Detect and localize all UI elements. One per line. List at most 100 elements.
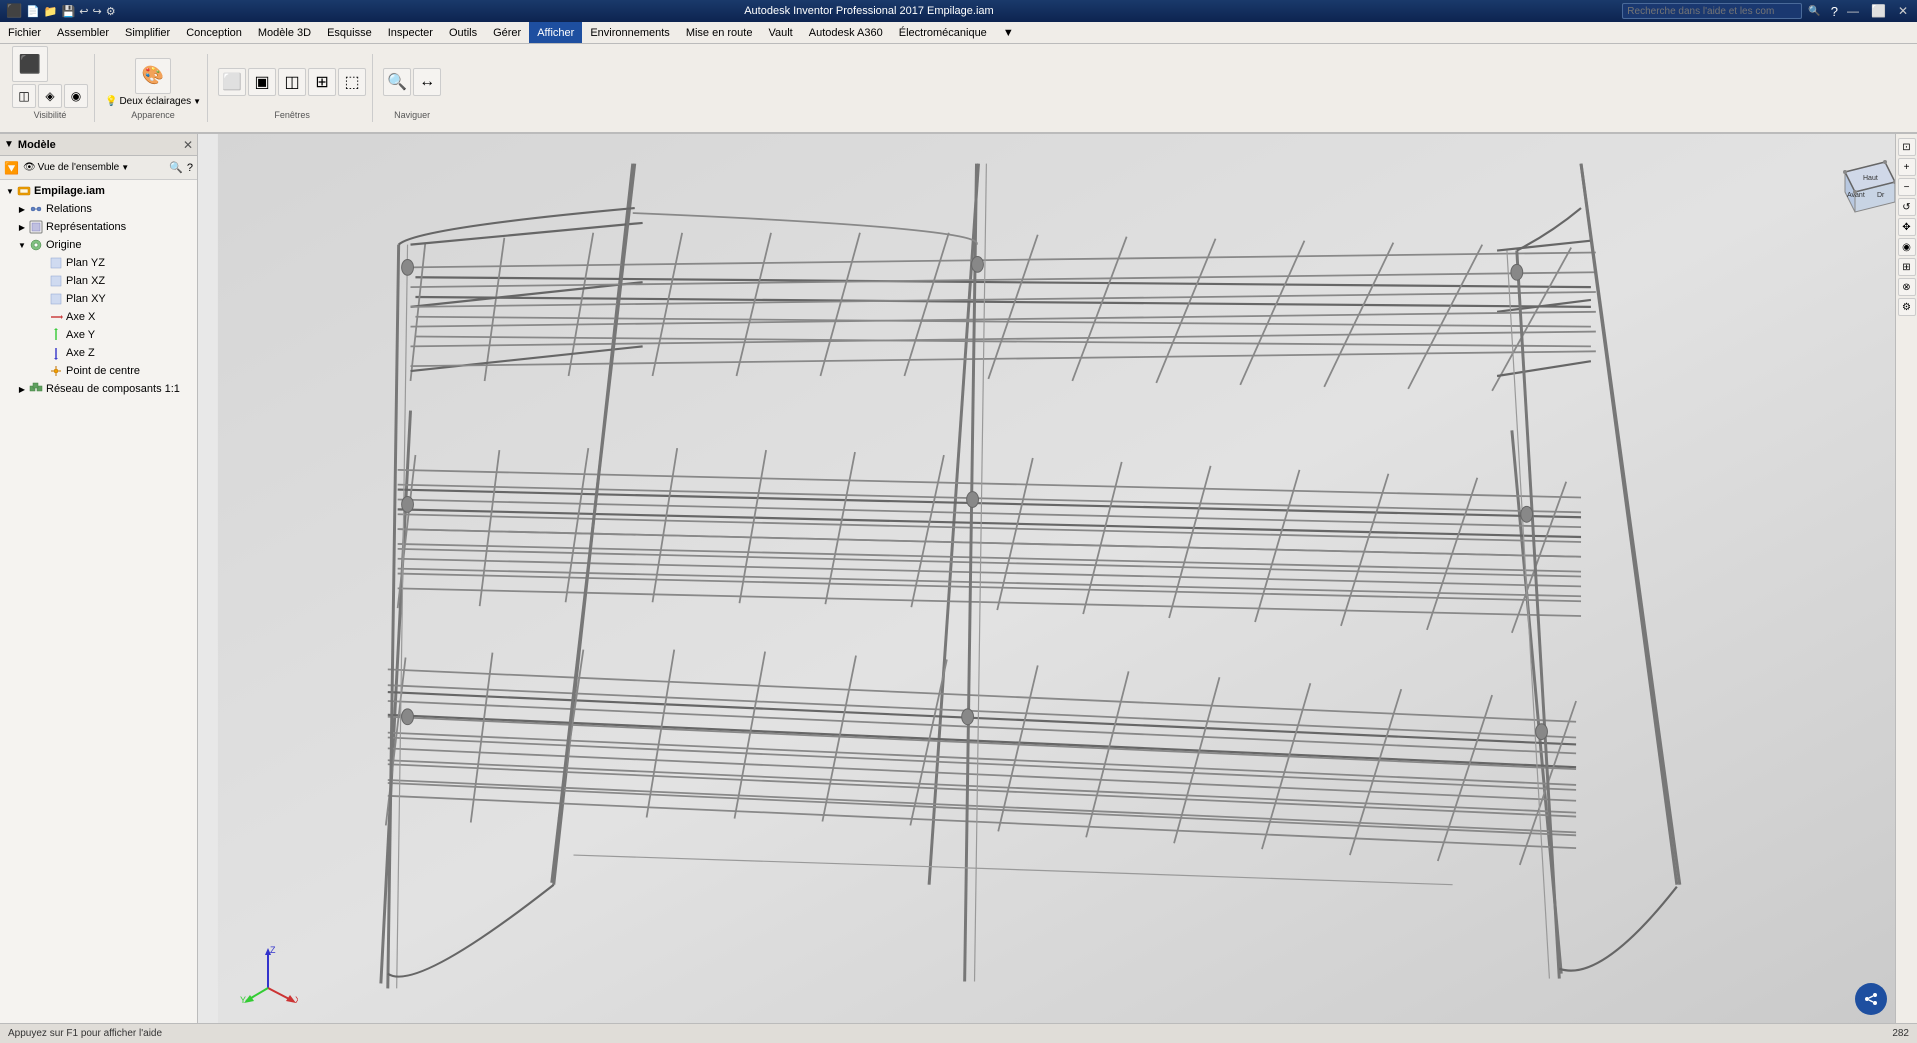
ribbon-btn-apparence-1[interactable]: 🎨 [135, 58, 171, 94]
status-bar: Appuyez sur F1 pour afficher l'aide 282 [0, 1023, 1917, 1043]
menu-esquisse[interactable]: Esquisse [319, 22, 380, 43]
vp-ctrl-zoom-window[interactable]: ⊞ [1898, 258, 1916, 276]
ribbon-btn-fenetres-5[interactable]: ⬚ [338, 68, 366, 96]
vp-ctrl-zoom-out[interactable]: − [1898, 178, 1916, 196]
quick-access-icon-undo[interactable]: ↩ [79, 5, 88, 18]
ribbon-group-visibilite: ⬛ ◫ ◈ ◉ Visibilité [6, 54, 95, 122]
tree-expand-origine[interactable]: ▼ [16, 239, 28, 251]
tree-expand-relations[interactable]: ▶ [16, 203, 28, 215]
tree-item-axe-z[interactable]: Axe Z [0, 344, 197, 362]
ribbon-group-label-naviguer: Naviguer [394, 110, 430, 120]
menu-modele3d[interactable]: Modèle 3D [250, 22, 319, 43]
tree-expand-axe-x [36, 311, 48, 323]
tree-expand-reseau[interactable]: ▶ [16, 383, 28, 395]
menu-fichier[interactable]: Fichier [0, 22, 49, 43]
nav-cube[interactable]: Haut Avant Dr [1825, 142, 1905, 222]
menu-afficher[interactable]: Afficher [529, 22, 582, 43]
menu-mise-en-route[interactable]: Mise en route [678, 22, 761, 43]
menu-vault[interactable]: Vault [760, 22, 800, 43]
ribbon-btn-visibilite-4[interactable]: ◉ [64, 84, 88, 108]
ribbon-btn-fenetres-3[interactable]: ◫ [278, 68, 306, 96]
search-input[interactable] [1622, 3, 1802, 19]
menu-a360[interactable]: Autodesk A360 [801, 22, 891, 43]
panel-dropdown-icon[interactable]: ▼ [4, 139, 14, 150]
view-icon: 👁 [23, 162, 36, 173]
tree-item-origine[interactable]: ▼ Origine [0, 236, 197, 254]
tree-item-point-centre[interactable]: Point de centre [0, 362, 197, 380]
quick-access-icon-open[interactable]: 📁 [44, 5, 58, 18]
quick-access-icon-settings[interactable]: ⚙ [106, 5, 116, 18]
share-button[interactable] [1855, 983, 1887, 1015]
tree-expand-axe-z [36, 347, 48, 359]
menu-gerer[interactable]: Gérer [485, 22, 529, 43]
tree-label-plan-yz: Plan YZ [66, 257, 105, 269]
tree-item-axe-y[interactable]: Axe Y [0, 326, 197, 344]
vp-ctrl-pan[interactable]: ✥ [1898, 218, 1916, 236]
tree-item-plan-xz[interactable]: Plan XZ [0, 272, 197, 290]
ribbon-btn-visibilite-3[interactable]: ◈ [38, 84, 62, 108]
panel-close-btn[interactable]: ✕ [183, 138, 193, 152]
quick-access-icon-new[interactable]: 📄 [26, 5, 40, 18]
tree-expand-point-centre [36, 365, 48, 377]
ribbon-btn-fenetres-2[interactable]: ▣ [248, 68, 276, 96]
ribbon-btn-visibilite-1[interactable]: ⬛ [12, 46, 48, 82]
menu-outils[interactable]: Outils [441, 22, 485, 43]
minimize-btn[interactable]: — [1844, 4, 1862, 18]
viewport[interactable]: — ⬜ ✕ .wire { stroke: #888; stroke-width… [198, 134, 1917, 1023]
menu-assembler[interactable]: Assembler [49, 22, 117, 43]
ribbon-btn-fenetres-4[interactable]: ⊞ [308, 68, 336, 96]
panel-toolbar: 🔽 👁 Vue de l'ensemble ▼ 🔍 ? [0, 156, 197, 180]
quick-access-icon-save[interactable]: 💾 [62, 5, 76, 18]
axis-indicator: Z X Y [238, 943, 288, 993]
ribbon-btn-naviguer-1[interactable]: 🔍 [383, 68, 411, 96]
eclairages-dropdown-icon[interactable]: ▼ [193, 97, 201, 106]
quick-access-icon-redo[interactable]: ↪ [93, 5, 102, 18]
ribbon-group-buttons-fenetres: ⬜ ▣ ◫ ⊞ ⬚ [218, 56, 366, 108]
panel-title: Modèle [18, 139, 56, 151]
vp-ctrl-navigate[interactable]: ⊗ [1898, 278, 1916, 296]
search-panel-icon[interactable]: 🔍 [169, 161, 183, 174]
tree-item-representations[interactable]: ▶ Représentations [0, 218, 197, 236]
tree-item-reseau[interactable]: ▶ Réseau de composants 1:1 [0, 380, 197, 398]
help-icon[interactable]: ? [1831, 4, 1838, 19]
menu-extra[interactable]: ▼ [995, 22, 1022, 43]
vp-ctrl-look[interactable]: ◉ [1898, 238, 1916, 256]
ribbon-btn-naviguer-2[interactable]: ↔ [413, 68, 441, 96]
tree-expand-axe-y [36, 329, 48, 341]
tree-expand-empilage[interactable]: ▼ [4, 185, 16, 197]
view-dropdown-arrow: ▼ [121, 163, 129, 172]
view-dropdown[interactable]: 👁 Vue de l'ensemble ▼ [23, 162, 129, 173]
vp-ctrl-zoom-all[interactable]: ⊡ [1898, 138, 1916, 156]
panel-resize-handle[interactable] [193, 134, 197, 1023]
ribbon-group-buttons-naviguer: 🔍 ↔ [383, 56, 441, 108]
vp-ctrl-zoom-in[interactable]: + [1898, 158, 1916, 176]
model-tree: ▼ Empilage.iam ▶ [0, 180, 197, 1023]
menu-simplifier[interactable]: Simplifier [117, 22, 178, 43]
app-title: Autodesk Inventor Professional 2017 Empi… [744, 5, 993, 17]
menu-electromecanique[interactable]: Électromécanique [891, 22, 995, 43]
maximize-btn[interactable]: ⬜ [1868, 4, 1889, 18]
ribbon-btn-visibilite-2[interactable]: ◫ [12, 84, 36, 108]
tree-icon-assembly [16, 183, 32, 199]
tree-item-empilage[interactable]: ▼ Empilage.iam [0, 182, 197, 200]
tree-icon-axe-z [48, 345, 64, 361]
vp-ctrl-settings[interactable]: ⚙ [1898, 298, 1916, 316]
tree-item-plan-xy[interactable]: Plan XY [0, 290, 197, 308]
close-btn[interactable]: ✕ [1895, 4, 1911, 18]
vp-ctrl-orbit[interactable]: ↺ [1898, 198, 1916, 216]
menu-inspecter[interactable]: Inspecter [380, 22, 441, 43]
tree-expand-representations[interactable]: ▶ [16, 221, 28, 233]
tree-item-relations[interactable]: ▶ Relations [0, 200, 197, 218]
tree-label-representations: Représentations [46, 221, 126, 233]
menu-conception[interactable]: Conception [178, 22, 250, 43]
search-icon: 🔍 [1808, 6, 1820, 17]
ribbon-btn-fenetres-1[interactable]: ⬜ [218, 68, 246, 96]
tree-icon-plan-yz [48, 255, 64, 271]
svg-text:Haut: Haut [1863, 175, 1878, 182]
tree-item-plan-yz[interactable]: Plan YZ [0, 254, 197, 272]
menu-environnements[interactable]: Environnements [582, 22, 678, 43]
titlebar-right: 🔍 ? — ⬜ ✕ [1622, 3, 1911, 19]
tree-item-axe-x[interactable]: Axe X [0, 308, 197, 326]
tree-icon-plan-xz [48, 273, 64, 289]
tree-label-relations: Relations [46, 203, 92, 215]
